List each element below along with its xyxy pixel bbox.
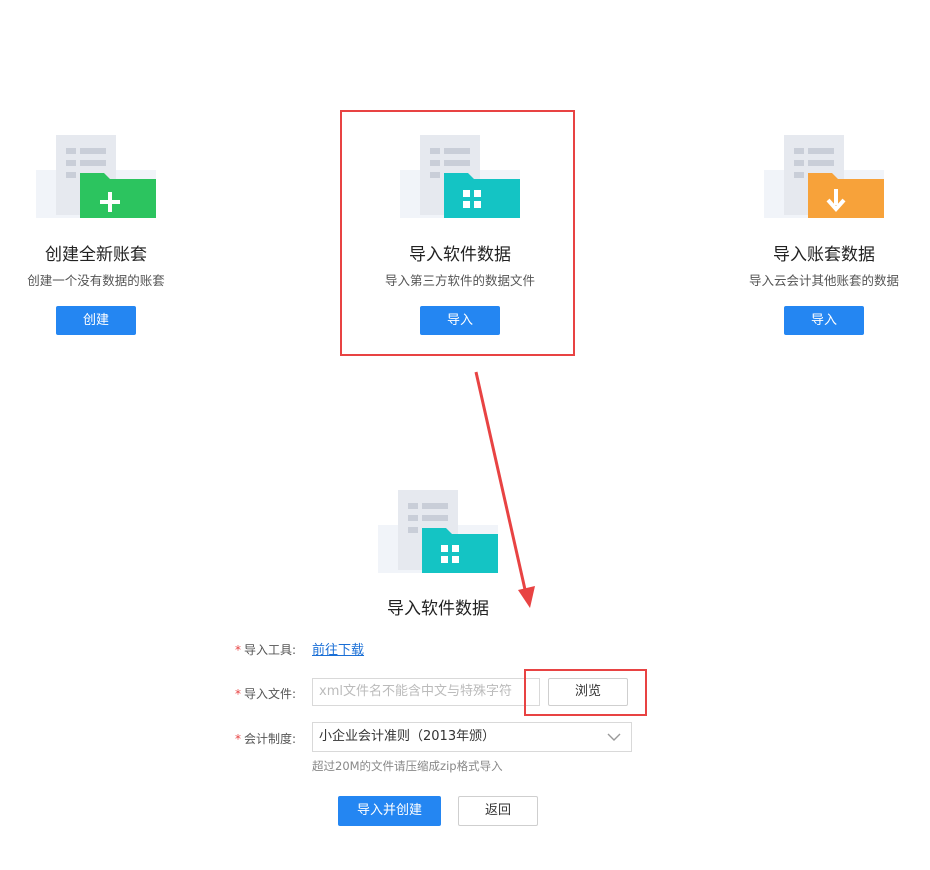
file-input[interactable]: xml文件名不能含中文与特殊字符 <box>312 678 540 706</box>
download-link[interactable]: 前往下载 <box>312 639 364 658</box>
highlight-box <box>524 669 647 716</box>
file-label: * 导入文件: <box>234 687 296 701</box>
select-value: 小企业会计准则（2013年颁） <box>319 729 496 744</box>
system-label: * 会计制度: <box>234 732 296 746</box>
folder-grid-icon <box>378 490 498 573</box>
back-button[interactable]: 返回 <box>458 796 538 826</box>
accounting-system-select[interactable]: 小企业会计准则（2013年颁） <box>312 722 632 752</box>
import-create-button[interactable]: 导入并创建 <box>338 796 441 826</box>
form-title: 导入软件数据 <box>387 599 489 619</box>
tool-label: * 导入工具: <box>234 643 296 657</box>
chevron-down-icon <box>607 733 621 741</box>
size-hint: 超过20M的文件请压缩成zip格式导入 <box>312 759 503 773</box>
